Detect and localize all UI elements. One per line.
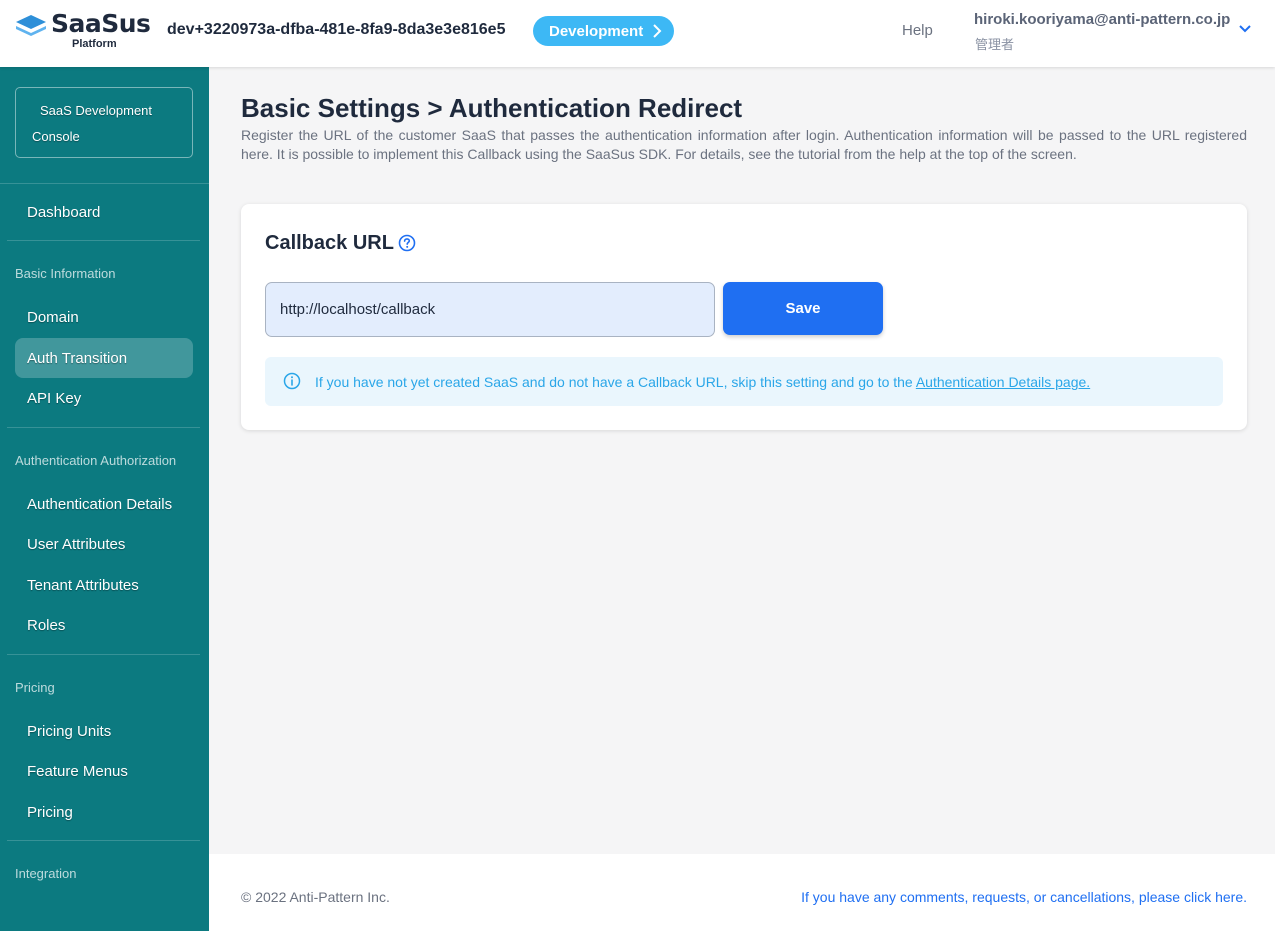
sidebar-item-dashboard[interactable]: Dashboard	[15, 192, 193, 232]
authentication-details-link[interactable]: Authentication Details page.	[916, 374, 1090, 390]
sidebar-group-basic: Basic Information	[15, 266, 116, 281]
chevron-down-icon[interactable]	[1238, 24, 1252, 34]
sidebar-item-user-attributes[interactable]: User Attributes	[15, 524, 193, 564]
info-circle-icon	[283, 372, 301, 390]
card-title: Callback URL	[265, 232, 394, 254]
page-description: Register the URL of the customer SaaS th…	[241, 127, 1247, 162]
saasus-logo[interactable]: SaaSus Platform	[14, 9, 151, 51]
sidebar-item-auth-transition[interactable]: Auth Transition	[15, 338, 193, 378]
copyright-text: © 2022 Anti-Pattern Inc.	[241, 889, 390, 905]
sidebar-item-domain[interactable]: Domain	[15, 297, 193, 337]
info-message-text: If you have not yet created SaaS and do …	[315, 374, 916, 390]
console-label-line1: SaaS Development	[40, 103, 153, 118]
sidebar-divider	[7, 840, 200, 841]
logo-subtitle: Platform	[72, 38, 117, 50]
sidebar-item-tenant-attributes[interactable]: Tenant Attributes	[15, 565, 193, 605]
question-circle-icon[interactable]	[398, 234, 416, 252]
sidebar-item-feature-menus[interactable]: Feature Menus	[15, 751, 193, 791]
environment-id: dev+3220973a-dfba-481e-8fa9-8da3e3e816e5	[167, 21, 506, 38]
footer: © 2022 Anti-Pattern Inc. If you have any…	[209, 854, 1275, 931]
chevron-right-icon	[653, 24, 662, 38]
help-link[interactable]: Help	[902, 22, 933, 39]
sidebar-group-integration: Integration	[15, 866, 77, 881]
sidebar-item-auth-details[interactable]: Authentication Details	[15, 484, 193, 524]
sidebar-group-auth: Authentication Authorization	[15, 453, 177, 468]
logo-icon	[16, 15, 46, 36]
info-message: If you have not yet created SaaS and do …	[315, 374, 1090, 390]
user-role: 管理者	[975, 37, 1015, 52]
logo-text: SaaSus	[51, 9, 151, 38]
console-label-line2: Console	[32, 129, 80, 144]
sidebar-item-pricing-units[interactable]: Pricing Units	[15, 711, 193, 751]
feedback-link[interactable]: If you have any comments, requests, or c…	[801, 889, 1247, 905]
sidebar-divider	[7, 240, 200, 241]
info-alert: If you have not yet created SaaS and do …	[265, 357, 1223, 406]
environment-button[interactable]: Development	[533, 16, 674, 46]
page-title: Basic Settings > Authentication Redirect	[241, 93, 743, 123]
user-email[interactable]: hiroki.kooriyama@anti-pattern.co.jp	[974, 11, 1230, 28]
sidebar-group-pricing: Pricing	[15, 680, 55, 695]
callback-url-card: Callback URL Save If you have not yet cr…	[241, 204, 1247, 430]
environment-button-label: Development	[549, 22, 644, 40]
sidebar-item-roles[interactable]: Roles	[15, 605, 193, 645]
sidebar-divider	[7, 427, 200, 428]
sidebar-item-pricing[interactable]: Pricing	[15, 792, 193, 832]
top-header: SaaSus Platform dev+3220973a-dfba-481e-8…	[0, 0, 1275, 67]
sidebar-item-api-key[interactable]: API Key	[15, 378, 193, 418]
sidebar-divider	[0, 183, 209, 184]
sidebar: SaaS Development Console Dashboard Basic…	[0, 67, 209, 931]
sidebar-divider	[7, 654, 200, 655]
console-button[interactable]: SaaS Development Console	[15, 87, 193, 158]
callback-url-input[interactable]	[265, 282, 715, 337]
save-button[interactable]: Save	[723, 282, 883, 335]
